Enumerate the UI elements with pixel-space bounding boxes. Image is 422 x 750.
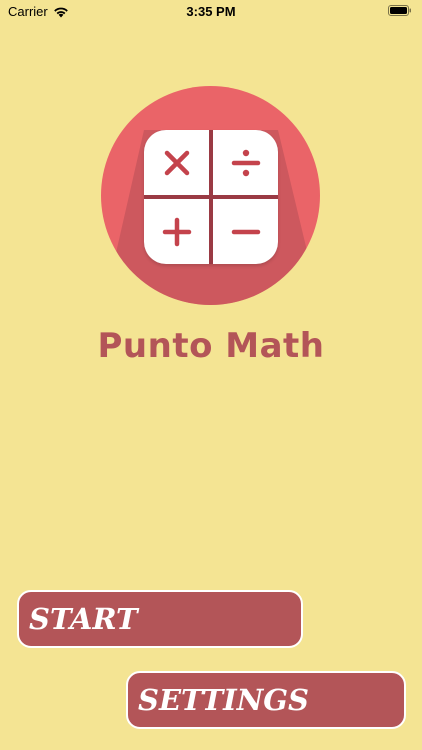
status-bar: Carrier 3:35 PM (0, 0, 422, 22)
status-time: 3:35 PM (186, 4, 236, 19)
app-title: Punto Math (97, 326, 325, 366)
settings-button-label: SETTINGS (138, 683, 309, 717)
plus-icon (144, 199, 209, 264)
battery-icon (388, 5, 411, 16)
divide-icon (213, 130, 278, 195)
calculator-icon (144, 130, 278, 264)
minus-icon (213, 199, 278, 264)
start-button[interactable]: START (17, 590, 303, 648)
multiply-icon (144, 130, 209, 195)
settings-button[interactable]: SETTINGS (126, 671, 406, 729)
start-button-label: START (29, 602, 138, 636)
